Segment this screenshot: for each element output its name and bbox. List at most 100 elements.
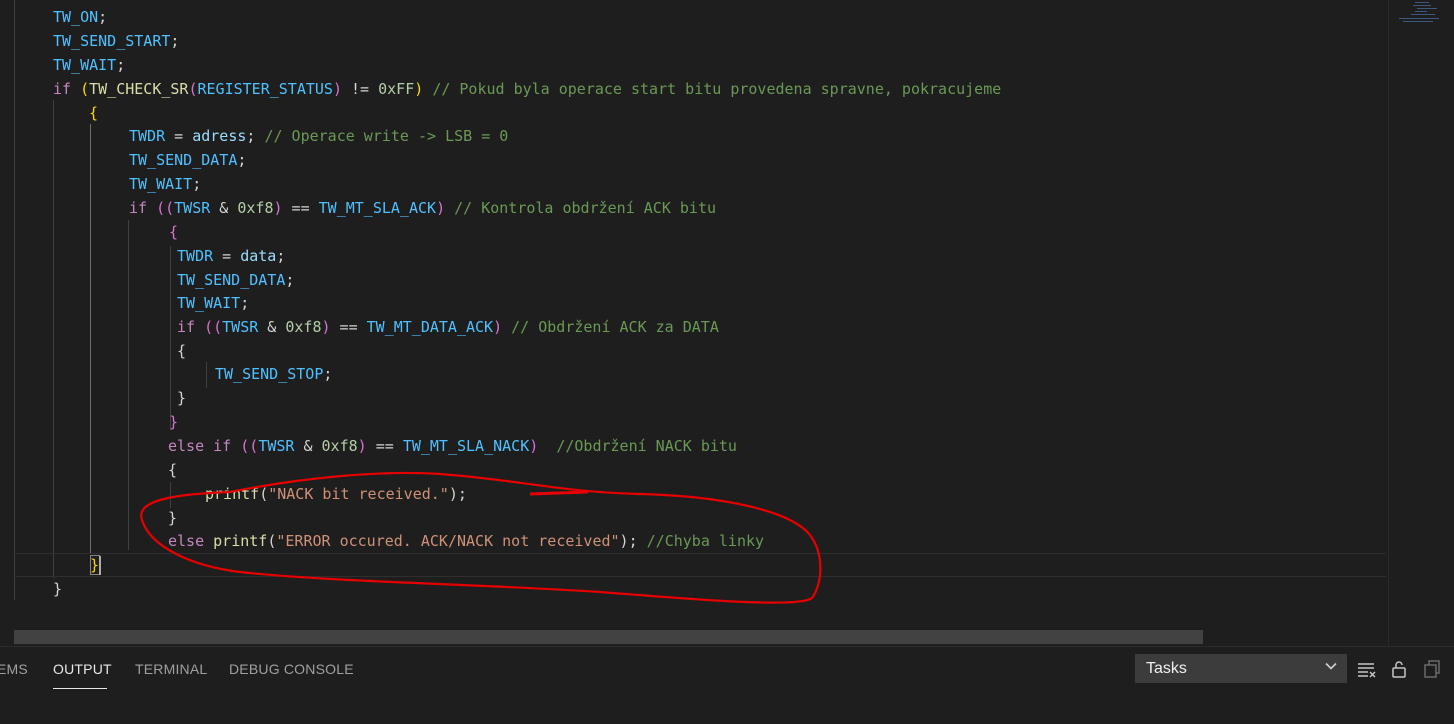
code-line: if ((TWSR & 0xf8) == TW_MT_SLA_ACK) // K…	[129, 196, 716, 220]
code-line: {	[169, 220, 178, 244]
bottom-panel: EMS OUTPUT TERMINAL DEBUG CONSOLE Tasks	[0, 646, 1454, 724]
horizontal-scrollbar[interactable]	[14, 630, 1203, 644]
code-token: );	[619, 532, 647, 550]
code-line: }	[53, 577, 62, 601]
code-token: ;	[285, 271, 295, 289]
code-token: }	[168, 509, 178, 527]
minimap[interactable]	[1388, 0, 1454, 646]
code-token: ;	[98, 8, 108, 26]
copy-icon[interactable]	[1421, 658, 1443, 680]
indent-guide	[90, 124, 91, 554]
tab-output[interactable]: OUTPUT	[53, 661, 112, 677]
code-line: TWDR = data;	[177, 244, 285, 268]
code-line: TW_SEND_START;	[53, 29, 179, 53]
code-token: data	[240, 247, 277, 265]
code-line: TW_SEND_STOP;	[215, 362, 332, 386]
minimap-line	[1411, 14, 1435, 15]
code-line: else if ((TWSR & 0xf8) == TW_MT_SLA_NACK…	[168, 434, 737, 458]
current-line-highlight	[14, 553, 1386, 577]
code-token: TW_SEND_START	[53, 32, 171, 50]
code-line: }	[177, 386, 186, 410]
code-token: {	[168, 461, 178, 479]
code-token: =	[213, 247, 241, 265]
code-line: }	[168, 506, 177, 530]
code-line: TW_WAIT;	[53, 53, 125, 77]
code-token: )	[273, 199, 283, 217]
code-token: 0xf8	[321, 437, 358, 455]
list-filter-icon[interactable]	[1355, 658, 1377, 680]
code-token: ;	[246, 127, 265, 145]
code-token: )	[332, 80, 342, 98]
code-token: }	[177, 389, 187, 407]
code-token: {	[89, 104, 99, 122]
code-token: ==	[282, 199, 319, 217]
code-token: ((	[156, 199, 175, 217]
code-token: // Obdržení ACK za DATA	[511, 318, 719, 336]
indent-guide	[53, 100, 54, 578]
code-token: TW_WAIT	[177, 294, 241, 312]
code-line: TW_WAIT;	[177, 291, 249, 315]
code-token: TWSR	[222, 318, 259, 336]
code-token: }	[169, 413, 179, 431]
code-token: TWDR	[129, 127, 166, 145]
code-token: if	[53, 80, 72, 98]
text-cursor	[99, 556, 101, 575]
code-token: )	[493, 318, 503, 336]
code-token: (	[80, 80, 90, 98]
code-token: ;	[237, 151, 247, 169]
code-token: REGISTER_STATUS	[197, 80, 333, 98]
code-token: ((	[204, 318, 223, 336]
code-token: ==	[330, 318, 367, 336]
code-token: if	[213, 437, 232, 455]
code-token: if	[177, 318, 196, 336]
indent-guide	[14, 0, 15, 600]
code-token: )	[357, 437, 367, 455]
code-line: TW_ON;	[53, 5, 107, 29]
code-token: &	[210, 199, 238, 217]
code-token: }	[53, 580, 63, 598]
code-token: ;	[116, 56, 126, 74]
minimap-line	[1403, 21, 1433, 22]
code-token: 0xFF	[378, 80, 415, 98]
code-token: else	[168, 532, 205, 550]
code-token: }	[90, 556, 100, 574]
lock-icon[interactable]	[1388, 658, 1410, 680]
code-token: ;	[276, 247, 286, 265]
code-token: adress	[192, 127, 247, 145]
tab-debug-console[interactable]: DEBUG CONSOLE	[229, 661, 354, 677]
code-token: ((	[240, 437, 259, 455]
code-token: TW_MT_SLA_NACK	[402, 437, 530, 455]
output-channel-select[interactable]: Tasks	[1135, 654, 1347, 683]
code-token: =	[165, 127, 193, 145]
code-token: ;	[240, 294, 250, 312]
active-tab-indicator	[53, 688, 107, 689]
code-token: TW_MT_SLA_ACK	[318, 199, 437, 217]
code-line: {	[177, 339, 186, 363]
code-token: else	[168, 437, 205, 455]
code-editor[interactable]: TW_ON; TW_SEND_START; TW_WAIT; if (TW_CHECK…	[0, 0, 1388, 646]
code-line: TWDR = adress; // Operace write -> LSB =…	[129, 124, 508, 148]
code-line: printf("NACK bit received.");	[205, 482, 467, 506]
minimap-line	[1399, 18, 1439, 19]
minimap-line	[1413, 5, 1431, 6]
code-line: if ((TWSR & 0xf8) == TW_MT_DATA_ACK) // …	[177, 315, 719, 339]
indent-guide	[128, 220, 129, 550]
code-token: TW_MT_DATA_ACK	[366, 318, 494, 336]
code-line: TW_SEND_DATA;	[129, 148, 246, 172]
code-line: TW_WAIT;	[129, 172, 201, 196]
output-channel-value: Tasks	[1146, 660, 1187, 677]
code-token: {	[177, 342, 187, 360]
tab-problems[interactable]: EMS	[0, 661, 28, 677]
code-token: )	[436, 199, 446, 217]
code-token: TW_SEND_STOP	[215, 365, 324, 383]
code-token: //Obdržení NACK bitu	[556, 437, 737, 455]
code-token: ;	[170, 32, 180, 50]
tab-terminal[interactable]: TERMINAL	[135, 661, 207, 677]
code-token: TW_CHECK_SR	[89, 80, 189, 98]
